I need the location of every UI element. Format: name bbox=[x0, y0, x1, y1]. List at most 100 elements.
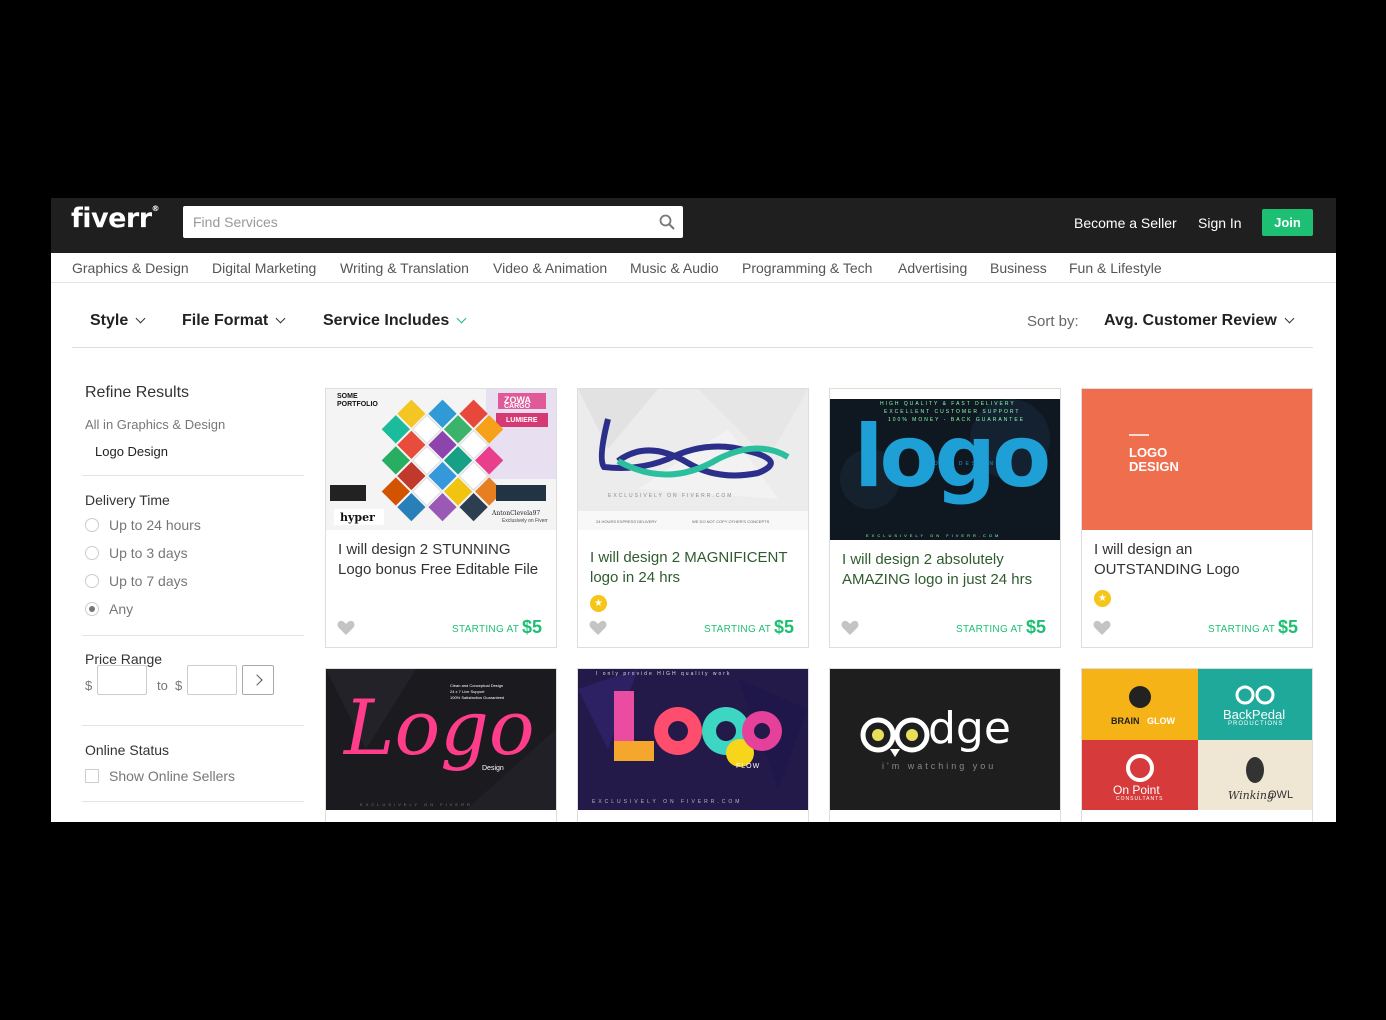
starting-at-label: STARTING AT bbox=[452, 624, 520, 635]
gig-card[interactable]: LOGO DESIGN I will design an OUTSTANDING… bbox=[1081, 388, 1313, 648]
price-max-input[interactable] bbox=[187, 665, 237, 695]
gig-card[interactable]: HIGH QUALITY & FAST DELIVERY EXCELLENT C… bbox=[829, 388, 1061, 648]
chevron-down-icon bbox=[456, 313, 467, 324]
delivery-option-7days[interactable]: Up to 7 days bbox=[85, 573, 188, 589]
gig-card[interactable]: EXCLUSIVELY ON FIVERR.COM 24 HOURS EXPRE… bbox=[577, 388, 809, 648]
art-text: LOGO bbox=[1129, 445, 1168, 460]
gig-thumbnail[interactable]: HIGH QUALITY & FAST DELIVERY EXCELLENT C… bbox=[830, 399, 1060, 540]
price-currency-from: $ bbox=[85, 678, 93, 693]
heart-icon[interactable] bbox=[841, 620, 859, 636]
category-business[interactable]: Business bbox=[990, 260, 1047, 276]
art-text: BRAIN bbox=[1111, 716, 1140, 726]
gig-title[interactable]: I will design 2 MAGNIFICENT logo in 24 h… bbox=[590, 548, 800, 588]
price-apply-button[interactable] bbox=[242, 665, 274, 695]
gig-price: $5 bbox=[774, 617, 795, 637]
radio-icon bbox=[85, 518, 99, 532]
magnificent-logo-image bbox=[578, 389, 808, 530]
delivery-option-label: Any bbox=[109, 601, 134, 617]
fiverr-logo[interactable]: fiverr® bbox=[71, 203, 160, 234]
art-text: EXCLUSIVELY ON FIVERR.COM bbox=[608, 493, 734, 499]
category-advertising[interactable]: Advertising bbox=[898, 260, 967, 276]
logo-design-orange-image bbox=[1082, 389, 1312, 530]
gig-card[interactable]: dge i'm watching you bbox=[829, 668, 1061, 822]
gig-thumbnail[interactable]: EXCLUSIVELY ON FIVERR.COM 24 HOURS EXPRE… bbox=[578, 389, 808, 530]
heart-icon[interactable] bbox=[589, 620, 607, 636]
delivery-option-label: Up to 7 days bbox=[109, 573, 188, 589]
service-includes-filter-label: Service Includes bbox=[323, 312, 450, 329]
delivery-option-label: Up to 3 days bbox=[109, 545, 188, 561]
price-currency-to: $ bbox=[175, 678, 183, 693]
heart-icon[interactable] bbox=[1093, 620, 1111, 636]
art-text: CONSULTANTS bbox=[1116, 796, 1164, 802]
top-header: fiverr® Become a Seller Sign In Join bbox=[51, 198, 1336, 253]
price-min-input[interactable] bbox=[97, 665, 147, 695]
gig-title[interactable]: I will design an OUTSTANDING Logo bbox=[1094, 540, 1304, 580]
gig-card[interactable]: SOME PORTFOLIO ZOWA CARGO LUMIERE hyper … bbox=[325, 388, 557, 648]
chevron-down-icon bbox=[275, 313, 286, 324]
starting-at-label: STARTING AT bbox=[704, 624, 772, 635]
fiverr-page: fiverr® Become a Seller Sign In Join Gra… bbox=[51, 198, 1336, 822]
gig-card[interactable]: BRAIN GLOW BackPedal PRODUCTIONS On Poin… bbox=[1081, 668, 1313, 822]
gig-title[interactable]: I will design 2 STUNNING Logo bonus Free… bbox=[338, 540, 548, 580]
filter-bar: Style File Format Service Includes Sort … bbox=[72, 297, 1313, 348]
file-format-filter-dropdown[interactable]: File Format bbox=[182, 312, 286, 330]
category-fun-lifestyle[interactable]: Fun & Lifestyle bbox=[1069, 260, 1162, 276]
art-text: EXCLUSIVELY ON FIVERR bbox=[360, 802, 473, 807]
divider bbox=[82, 725, 304, 726]
gig-card[interactable]: I only provide HIGH quality work FLOW EX… bbox=[577, 668, 809, 822]
gig-thumbnail[interactable]: LOGO DESIGN bbox=[1082, 389, 1312, 530]
category-music-audio[interactable]: Music & Audio bbox=[630, 260, 719, 276]
art-text: BackPedal bbox=[1223, 707, 1286, 722]
sort-value: Avg. Customer Review bbox=[1104, 312, 1277, 329]
logo-reg-mark: ® bbox=[151, 204, 160, 213]
delivery-option-3days[interactable]: Up to 3 days bbox=[85, 545, 188, 561]
become-seller-link[interactable]: Become a Seller bbox=[1074, 215, 1177, 231]
gig-thumbnail[interactable]: Logo Design Clean and Conceptual Design … bbox=[326, 669, 556, 810]
logo-text: fiverr bbox=[71, 203, 152, 234]
sort-dropdown[interactable]: Avg. Customer Review bbox=[1104, 312, 1295, 330]
gig-thumbnail[interactable]: dge i'm watching you bbox=[830, 669, 1060, 810]
delivery-option-24h[interactable]: Up to 24 hours bbox=[85, 517, 201, 533]
style-filter-dropdown[interactable]: Style bbox=[90, 312, 146, 330]
current-subcategory[interactable]: Logo Design bbox=[95, 444, 168, 459]
online-sellers-label: Show Online Sellers bbox=[109, 768, 236, 784]
gig-thumbnail[interactable]: BRAIN GLOW BackPedal PRODUCTIONS On Poin… bbox=[1082, 669, 1312, 810]
gig-card[interactable]: Logo Design Clean and Conceptual Design … bbox=[325, 668, 557, 822]
refine-results-heading: Refine Results bbox=[85, 384, 190, 401]
gig-price: $5 bbox=[1026, 617, 1047, 637]
gig-title[interactable]: I will design 2 absolutely AMAZING logo … bbox=[842, 550, 1052, 590]
radio-selected-icon bbox=[85, 602, 99, 616]
category-writing-translation[interactable]: Writing & Translation bbox=[340, 260, 469, 276]
art-text: EXCLUSIVELY ON FIVERR.COM bbox=[866, 533, 1002, 538]
service-includes-filter-dropdown[interactable]: Service Includes bbox=[323, 312, 467, 330]
art-text: Exclusively on Fiverr bbox=[502, 518, 548, 524]
art-text: WE DO NOT COPY OTHER'S CONCEPTS bbox=[692, 519, 770, 524]
portfolio-collage-image bbox=[326, 389, 556, 530]
delivery-option-any[interactable]: Any bbox=[85, 601, 133, 617]
heart-icon[interactable] bbox=[337, 620, 355, 636]
art-text: CARGO bbox=[504, 403, 531, 410]
art-text: dge bbox=[928, 703, 1011, 754]
category-programming-tech[interactable]: Programming & Tech bbox=[742, 260, 872, 276]
show-online-sellers-checkbox[interactable]: Show Online Sellers bbox=[85, 768, 235, 784]
gig-thumbnail[interactable]: I only provide HIGH quality work FLOW EX… bbox=[578, 669, 808, 810]
art-text: hyper bbox=[340, 511, 375, 524]
gig-price: $5 bbox=[1278, 617, 1299, 637]
art-text: SOME bbox=[337, 393, 358, 400]
art-text: EXCLUSIVELY ON FIVERR.COM bbox=[592, 799, 743, 805]
search-input[interactable] bbox=[183, 206, 643, 238]
all-in-category-link[interactable]: All in Graphics & Design bbox=[85, 417, 225, 432]
art-text: 100% Satisfaction Guaranteed bbox=[450, 695, 505, 700]
join-button[interactable]: Join bbox=[1262, 209, 1313, 236]
search-icon[interactable] bbox=[659, 214, 675, 230]
chevron-down-icon bbox=[1284, 313, 1295, 324]
category-digital-marketing[interactable]: Digital Marketing bbox=[212, 260, 316, 276]
chevron-down-icon bbox=[135, 313, 146, 324]
category-video-animation[interactable]: Video & Animation bbox=[493, 260, 607, 276]
art-text: GLOW bbox=[1147, 716, 1175, 726]
sign-in-link[interactable]: Sign In bbox=[1198, 215, 1242, 231]
gig-thumbnail[interactable]: SOME PORTFOLIO ZOWA CARGO LUMIERE hyper … bbox=[326, 389, 556, 530]
category-graphics-design[interactable]: Graphics & Design bbox=[72, 260, 189, 276]
art-text: LUMIERE bbox=[506, 417, 538, 424]
art-text: I only provide HIGH quality work bbox=[596, 671, 732, 677]
